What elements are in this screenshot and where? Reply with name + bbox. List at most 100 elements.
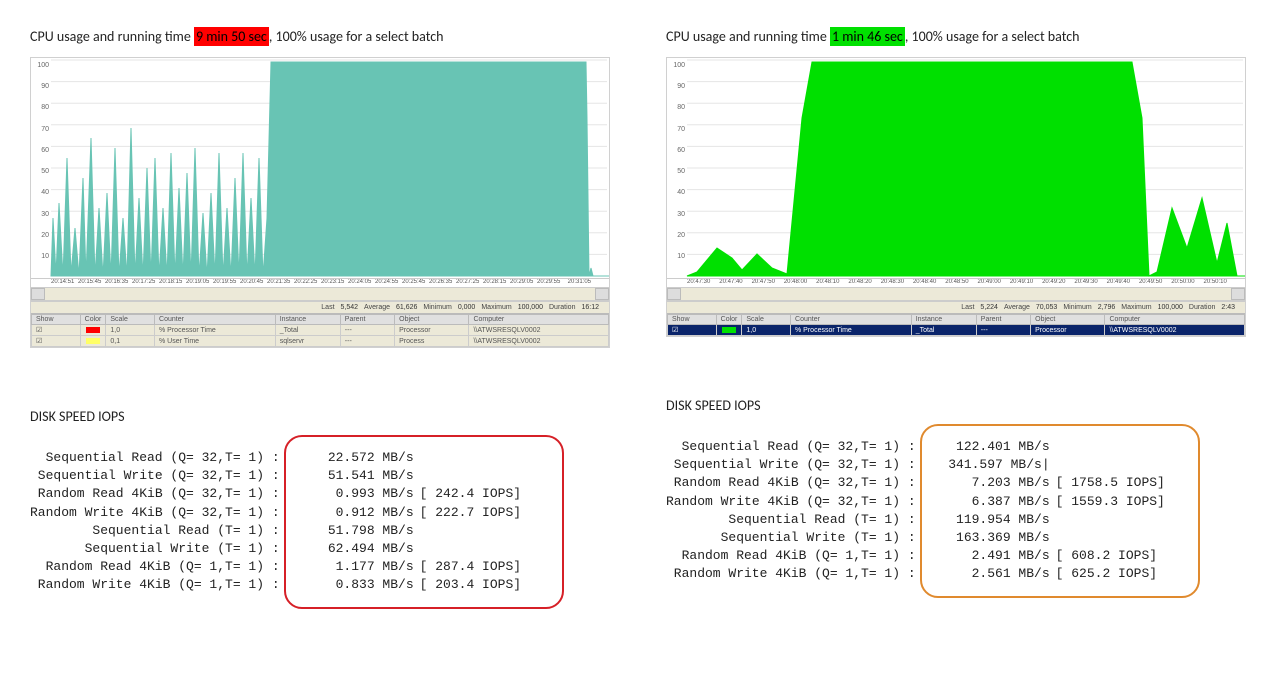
y-tick: 30 — [33, 211, 49, 218]
y-tick: 20 — [669, 232, 685, 239]
stat-label: Last — [321, 304, 334, 311]
x-tick: 20:48:40 — [913, 279, 936, 285]
iops-row: 0.833 MB/s[ 203.4 IOPS] — [304, 576, 544, 594]
legend-cell-computer: \\ATWSRESQLV0002 — [469, 325, 609, 336]
x-tick: 20:49:20 — [1042, 279, 1065, 285]
legend-grid[interactable]: ShowColorScaleCounterInstanceParentObjec… — [31, 313, 609, 347]
iops-row: 51.798 MB/s — [304, 522, 544, 540]
iops-label: Random Write 4KiB (Q= 1,T= 1) : — [30, 576, 280, 594]
legend-cell-computer: \\ATWSRESQLV0002 — [469, 336, 609, 347]
legend-header[interactable]: Computer — [1105, 315, 1245, 325]
legend-header[interactable]: Object — [1031, 315, 1105, 325]
y-tick: 70 — [669, 126, 685, 133]
legend-header[interactable]: Computer — [469, 315, 609, 325]
stat-label: Average — [1004, 304, 1030, 311]
legend-header[interactable]: Scale — [742, 315, 791, 325]
horizontal-scrollbar[interactable] — [31, 287, 609, 301]
y-tick: 80 — [33, 104, 49, 111]
x-tick: 20:29:55 — [537, 279, 560, 285]
legend-cell-object: Processor — [395, 325, 469, 336]
legend-row[interactable]: ☑ 0,1% User Timesqlservr---Process\\ATWSR… — [32, 336, 609, 347]
legend-cell-parent: --- — [976, 325, 1030, 336]
series-area — [51, 62, 609, 276]
x-tick: 20:24:55 — [375, 279, 398, 285]
iops-row: 163.369 MB/s — [940, 529, 1180, 547]
legend-cell-instance: sqlservr — [275, 336, 340, 347]
x-tick: 20:24:05 — [348, 279, 371, 285]
legend-header[interactable]: Show — [668, 315, 717, 325]
legend-cell-object: Process — [395, 336, 469, 347]
legend-header[interactable]: Counter — [155, 315, 276, 325]
legend-header[interactable]: Counter — [791, 315, 912, 325]
iops-row: 2.561 MB/s[ 625.2 IOPS] — [940, 565, 1180, 583]
cpu-chart — [31, 58, 609, 278]
legend-cell-scale: 0,1 — [106, 336, 155, 347]
legend-grid[interactable]: ShowColorScaleCounterInstanceParentObjec… — [667, 313, 1245, 336]
stat-value: 16:12 — [581, 304, 599, 311]
legend-header[interactable]: Object — [395, 315, 469, 325]
iops-label: Random Write 4KiB (Q= 1,T= 1) : — [666, 565, 916, 583]
cpu-headline: CPU usage and running time 9 min 50 sec,… — [30, 28, 610, 45]
iops-iops-value — [1050, 529, 1056, 547]
legend-header[interactable]: Color — [80, 315, 106, 325]
legend-header[interactable]: Instance — [911, 315, 976, 325]
iops-iops-value: [ 1559.3 IOPS] — [1050, 493, 1165, 511]
iops-iops-value — [414, 522, 420, 540]
x-tick: 20:19:05 — [186, 279, 209, 285]
iops-label: Random Read 4KiB (Q= 32,T= 1) : — [30, 485, 280, 503]
legend-cell-counter: % Processor Time — [155, 325, 276, 336]
x-tick: 20:47:30 — [687, 279, 710, 285]
legend-cell-scale: 1,0 — [742, 325, 791, 336]
legend-row[interactable]: ☑1,0% Processor Time_Total---Processor\\… — [32, 325, 609, 336]
iops-iops-value: [ 222.7 IOPS] — [414, 504, 521, 522]
iops-value-box: 122.401 MB/s341.597 MB/s|7.203 MB/s[ 175… — [920, 424, 1200, 598]
iops-row: 2.491 MB/s[ 608.2 IOPS] — [940, 547, 1180, 565]
iops-iops-value — [414, 467, 420, 485]
y-tick: 60 — [33, 147, 49, 154]
cpu-headline: CPU usage and running time 1 min 46 sec,… — [666, 28, 1246, 45]
x-tick: 20:21:35 — [267, 279, 290, 285]
y-tick: 50 — [669, 168, 685, 175]
iops-mb-value: 51.541 MB/s — [304, 467, 414, 485]
iops-label: Sequential Read (Q= 32,T= 1) : — [30, 449, 280, 467]
x-tick: 20:20:45 — [240, 279, 263, 285]
iops-mb-value: 2.491 MB/s — [940, 547, 1050, 565]
iops-label: Sequential Read (T= 1) : — [30, 522, 280, 540]
iops-mb-value: 1.177 MB/s — [304, 558, 414, 576]
legend-header[interactable]: Parent — [340, 315, 394, 325]
iops-mb-value: 0.833 MB/s — [304, 576, 414, 594]
legend-row[interactable]: ☑1,0% Processor Time_Total---Processor\\… — [668, 325, 1245, 336]
x-tick: 20:25:45 — [402, 279, 425, 285]
y-tick: 50 — [33, 168, 49, 175]
legend-cell-instance: _Total — [911, 325, 976, 336]
iops-iops-value: [ 608.2 IOPS] — [1050, 547, 1157, 565]
headline-suffix: , 100% usage for a select batch — [269, 28, 444, 45]
legend-show-checkbox[interactable]: ☑ — [32, 336, 81, 347]
legend-show-checkbox[interactable]: ☑ — [32, 325, 81, 336]
stat-label: Minimum — [1063, 304, 1091, 311]
legend-header[interactable]: Scale — [106, 315, 155, 325]
horizontal-scrollbar[interactable] — [667, 287, 1245, 301]
legend-header[interactable]: Instance — [275, 315, 340, 325]
stat-label: Last — [961, 304, 974, 311]
perfmon-panel: 10090807060504030201020:47:3020:47:4020:… — [666, 57, 1246, 337]
iops-row: 119.954 MB/s — [940, 511, 1180, 529]
stat-label: Average — [364, 304, 390, 311]
legend-cell-parent: --- — [340, 336, 394, 347]
headline-time-highlight: 1 min 46 sec — [830, 27, 905, 46]
x-tick: 20:48:00 — [784, 279, 807, 285]
iops-row: 1.177 MB/s[ 287.4 IOPS] — [304, 558, 544, 576]
x-tick: 20:47:50 — [752, 279, 775, 285]
headline-prefix: CPU usage and running time — [30, 28, 194, 45]
legend-show-checkbox[interactable]: ☑ — [668, 325, 717, 336]
legend-header[interactable]: Color — [716, 315, 742, 325]
legend-cell-counter: % User Time — [155, 336, 276, 347]
iops-title: DISK SPEED IOPS — [666, 397, 1246, 414]
iops-mb-value: 163.369 MB/s — [940, 529, 1050, 547]
legend-header[interactable]: Parent — [976, 315, 1030, 325]
iops-mb-value: 122.401 MB/s — [940, 438, 1050, 456]
x-tick: 20:48:30 — [881, 279, 904, 285]
iops-iops-value: [ 287.4 IOPS] — [414, 558, 521, 576]
legend-header[interactable]: Show — [32, 315, 81, 325]
iops-row: 22.572 MB/s — [304, 449, 544, 467]
